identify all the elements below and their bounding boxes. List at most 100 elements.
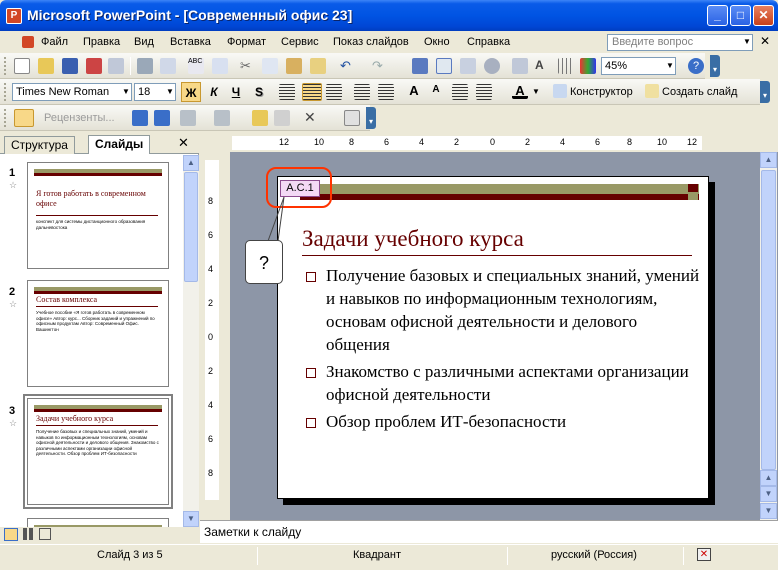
menu-window[interactable]: Окно	[424, 36, 450, 48]
menu-edit[interactable]: Правка	[83, 36, 120, 48]
close-button[interactable]: ✕	[753, 5, 774, 26]
delete-comment-icon[interactable]: ✕	[304, 109, 320, 125]
slide-title[interactable]: Задачи учебного курса	[302, 226, 524, 252]
chevron-down-icon[interactable]: ▼	[122, 87, 130, 96]
chevron-down-icon[interactable]: ▼	[532, 87, 540, 96]
markup-icon[interactable]	[14, 109, 34, 127]
spelling-icon[interactable]: ABC	[188, 58, 204, 74]
scrollbar-thumb[interactable]	[761, 170, 776, 470]
reviewers-button[interactable]: Рецензенты...	[44, 112, 115, 124]
decrease-indent-icon[interactable]	[452, 84, 468, 100]
print-icon[interactable]	[137, 58, 153, 74]
table-icon[interactable]	[436, 58, 452, 74]
close-icon[interactable]: ✕	[760, 34, 770, 48]
slide-thumbnail-1[interactable]: Я готов работать в современном офисе кон…	[27, 162, 169, 269]
apply-icon[interactable]	[180, 110, 196, 126]
chevron-down-icon[interactable]: ▼	[166, 87, 174, 96]
color-grayscale-icon[interactable]	[580, 58, 596, 74]
powerpoint-icon[interactable]: P	[6, 8, 22, 24]
save-icon[interactable]	[62, 58, 78, 74]
toolbar-grip[interactable]	[4, 109, 7, 127]
toolbar-options-icon[interactable]: ▾	[366, 107, 376, 129]
bullets-icon[interactable]	[378, 84, 394, 100]
new-document-icon[interactable]	[14, 58, 30, 74]
menu-tools[interactable]: Сервис	[281, 36, 319, 48]
next-slide-icon[interactable]: ▼	[760, 486, 777, 502]
italic-button[interactable]: К	[204, 82, 224, 102]
tables-borders-icon[interactable]	[460, 58, 476, 74]
tab-slides[interactable]: Слайды	[88, 135, 151, 154]
toolbar-options-icon[interactable]: ▾	[710, 55, 720, 77]
copy-icon[interactable]	[262, 58, 278, 74]
document-icon[interactable]	[22, 36, 34, 48]
permission-icon[interactable]	[86, 58, 102, 74]
menu-file[interactable]: Файл	[41, 36, 68, 48]
toolbar-grip[interactable]	[4, 83, 7, 101]
menu-format[interactable]: Формат	[227, 36, 266, 48]
previous-item-icon[interactable]	[132, 110, 148, 126]
designer-button[interactable]: Конструктор	[570, 86, 633, 98]
undo-icon[interactable]: ↶	[340, 58, 356, 74]
chevron-down-icon[interactable]: ▼	[743, 37, 751, 46]
scroll-down-icon[interactable]: ▼	[760, 503, 777, 519]
increase-indent-icon[interactable]	[476, 84, 492, 100]
reviewing-pane-icon[interactable]	[344, 110, 360, 126]
toolbar-options-icon[interactable]: ▾	[760, 81, 770, 103]
slide-thumbnail-3[interactable]: Задачи учебного курса Получение базовых …	[27, 398, 169, 505]
slideshow-icon[interactable]	[39, 528, 51, 540]
menu-insert[interactable]: Вставка	[170, 36, 211, 48]
redo-icon[interactable]: ↷	[372, 58, 388, 74]
slide-thumbnail-2[interactable]: Состав комплекса Учебное пособие «Я гото…	[27, 280, 169, 387]
spelling-status-icon[interactable]: ✕	[697, 548, 711, 561]
design-icon[interactable]	[553, 84, 567, 98]
next-item-icon[interactable]	[154, 110, 170, 126]
format-painter-icon[interactable]	[310, 58, 326, 74]
close-icon[interactable]: ✕	[178, 135, 189, 151]
print-preview-icon[interactable]	[160, 58, 176, 74]
email-icon[interactable]	[108, 58, 124, 74]
help-icon[interactable]: ?	[688, 58, 704, 74]
show-formatting-icon[interactable]: A	[535, 58, 551, 74]
shadow-button[interactable]: S	[249, 82, 269, 102]
edit-comment-icon[interactable]	[274, 110, 290, 126]
expand-icon[interactable]	[512, 58, 528, 74]
slide-sorter-icon[interactable]	[23, 528, 35, 540]
maximize-button[interactable]: □	[730, 5, 751, 26]
scroll-up-icon[interactable]: ▲	[760, 152, 777, 168]
scrollbar-thumb[interactable]	[184, 172, 198, 282]
numbering-icon[interactable]	[354, 84, 370, 100]
help-search-input[interactable]: Введите вопрос	[607, 34, 753, 51]
minimize-button[interactable]: _	[707, 5, 728, 26]
paste-icon[interactable]	[286, 58, 302, 74]
chart-icon[interactable]	[412, 58, 428, 74]
align-right-icon[interactable]	[326, 84, 342, 100]
chevron-down-icon[interactable]: ▼	[666, 61, 674, 70]
previous-slide-icon[interactable]: ▲	[760, 470, 777, 486]
insert-comment-icon[interactable]	[252, 110, 268, 126]
toolbar-grip[interactable]	[4, 57, 7, 75]
zoom-select[interactable]: 45%	[601, 57, 676, 75]
align-center-icon[interactable]	[302, 83, 322, 101]
bold-button[interactable]: Ж	[181, 82, 201, 102]
hyperlink-icon[interactable]	[484, 58, 500, 74]
underline-button[interactable]: Ч	[226, 82, 246, 102]
increase-font-icon[interactable]: A	[406, 83, 422, 99]
research-icon[interactable]	[212, 58, 228, 74]
slide-body[interactable]: Получение базовых и специальных знаний, …	[304, 264, 704, 437]
new-slide-icon[interactable]	[645, 84, 659, 98]
normal-view-icon[interactable]	[4, 528, 18, 541]
grid-icon[interactable]	[558, 58, 574, 74]
font-color-icon[interactable]: A	[512, 83, 528, 99]
tab-outline[interactable]: Структура	[4, 136, 75, 154]
cut-icon[interactable]: ✂	[240, 58, 256, 74]
menu-slideshow[interactable]: Показ слайдов	[333, 36, 409, 48]
font-select[interactable]: Times New Roman	[12, 83, 132, 101]
open-folder-icon[interactable]	[38, 58, 54, 74]
new-slide-button[interactable]: Создать слайд	[662, 86, 737, 98]
align-left-icon[interactable]	[279, 84, 295, 100]
scroll-up-icon[interactable]: ▲	[183, 155, 199, 171]
scroll-down-icon[interactable]: ▼	[183, 511, 199, 527]
unapply-icon[interactable]	[214, 110, 230, 126]
menu-view[interactable]: Вид	[134, 36, 154, 48]
menu-help[interactable]: Справка	[467, 36, 510, 48]
